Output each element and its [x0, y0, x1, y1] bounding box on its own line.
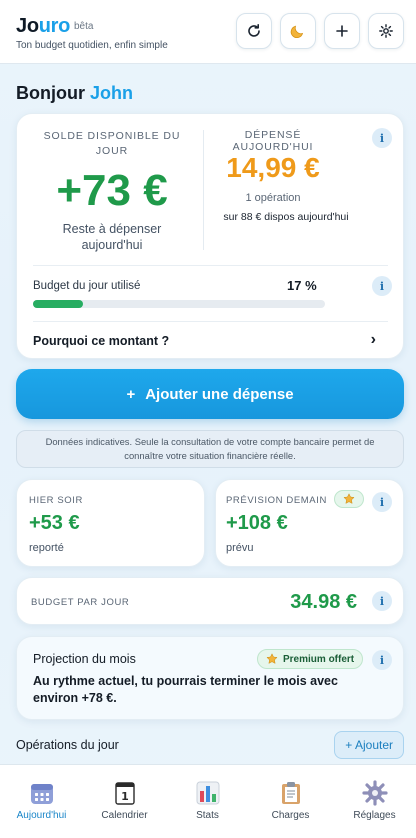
plus-icon: +	[126, 385, 136, 403]
forecast-value: +108 €	[226, 512, 288, 534]
available-amount: +73 €	[56, 166, 168, 215]
tab-stats[interactable]: Stats	[166, 765, 249, 838]
add-expense-button[interactable]: + Ajouter une dépense	[16, 369, 404, 419]
operations-title: Opérations du jour	[16, 738, 119, 752]
add-operation-button[interactable]: + Ajouter	[334, 731, 404, 759]
yesterday-label: HIER SOIR	[29, 495, 83, 506]
budget-progress-bar	[33, 300, 325, 308]
calendar-grid-icon	[30, 784, 53, 804]
premium-badge[interactable]	[334, 490, 364, 508]
yesterday-card: HIER SOIR +53 € reporté	[16, 479, 205, 567]
moon-icon	[290, 25, 304, 39]
app-header: Jouro bêta Ton budget quotidien, enfin s…	[0, 0, 416, 64]
disclaimer-notice: Données indicatives. Seule la consultati…	[16, 430, 404, 468]
tab-label: Calendrier	[101, 810, 148, 821]
premium-offer-badge[interactable]: Premium offert	[257, 649, 364, 669]
user-name: John	[90, 83, 134, 103]
tab-label: Charges	[271, 810, 310, 821]
spent-subtitle: sur 88 € dispos aujourd'hui	[223, 211, 349, 223]
forecast-sub: prévu	[226, 542, 254, 554]
add-expense-label: Ajouter une dépense	[145, 385, 294, 403]
app-tagline: Ton budget quotidien, enfin simple	[16, 40, 168, 51]
budget-per-day-label: BUDGET PAR JOUR	[31, 597, 130, 608]
calendar-day-number: 1	[121, 790, 129, 803]
theme-toggle-button[interactable]	[280, 13, 316, 49]
forecast-card: PRÉVISION DEMAIN i +108 € prévu	[215, 479, 404, 567]
forecast-label: PRÉVISION DEMAIN	[226, 495, 327, 506]
budget-per-day-info-icon[interactable]: i	[372, 591, 392, 611]
forecast-info-icon[interactable]: i	[372, 492, 392, 512]
spent-count: 1 opération	[245, 192, 301, 204]
budget-per-day-value: 34.98 €	[290, 591, 357, 613]
tab-label: Stats	[196, 810, 219, 821]
tab-settings[interactable]: Réglages	[333, 765, 416, 838]
tab-charges[interactable]: Charges	[249, 765, 332, 838]
available-subtitle: Reste à dépenser aujourd'hui	[62, 222, 162, 252]
projection-title: Projection du mois	[33, 652, 136, 666]
daily-summary-card: SOLDE DISPONIBLE DU JOUR +73 € Reste à d…	[16, 113, 404, 359]
tab-today[interactable]: Aujourd'hui	[0, 765, 83, 838]
premium-offer-label: Premium offert	[283, 653, 355, 665]
refresh-icon	[248, 24, 260, 37]
gear-icon	[379, 24, 393, 38]
calendar-day-icon: 1	[114, 782, 135, 805]
plus-icon	[336, 25, 348, 37]
refresh-button[interactable]	[236, 13, 272, 49]
projection-info-icon[interactable]: i	[372, 650, 392, 670]
tab-label: Réglages	[353, 810, 396, 821]
spent-info-icon[interactable]: i	[372, 128, 392, 148]
spent-amount: 14,99 €	[226, 152, 320, 183]
star-icon	[266, 653, 278, 664]
app-logo: Jouro	[16, 15, 70, 38]
divider	[33, 265, 388, 266]
bar-chart-icon	[196, 781, 219, 805]
yesterday-value: +53 €	[29, 512, 80, 534]
progress-percent: 17 %	[287, 278, 317, 293]
greeting: Bonjour John	[16, 83, 133, 104]
gear-icon	[361, 780, 388, 806]
spent-label: DÉPENSÉ AUJOURD'HUI	[232, 129, 314, 153]
why-amount-row[interactable]: Pourquoi ce montant ? ›	[33, 321, 388, 359]
tab-label: Aujourd'hui	[16, 810, 67, 821]
projection-card: Projection du mois Premium offert i Au r…	[16, 636, 404, 720]
bottom-tab-bar: Aujourd'hui 1 Calendrier Stats Charges R…	[0, 764, 416, 838]
summary-divider	[203, 130, 204, 250]
add-button[interactable]	[324, 13, 360, 49]
greeting-prefix: Bonjour	[16, 83, 85, 103]
logo-main: Jo	[16, 15, 39, 37]
beta-tag: bêta	[74, 21, 94, 32]
progress-info-icon[interactable]: i	[372, 276, 392, 296]
budget-per-day-card: BUDGET PAR JOUR 34.98 € i	[16, 577, 404, 625]
projection-text: Au rythme actuel, tu pourrais terminer l…	[33, 674, 338, 705]
star-icon	[343, 493, 355, 504]
clipboard-icon	[281, 782, 300, 804]
budget-progress-fill	[33, 300, 83, 308]
why-amount-label: Pourquoi ce montant ?	[33, 334, 170, 348]
progress-label: Budget du jour utilisé	[33, 280, 141, 292]
settings-button[interactable]	[368, 13, 404, 49]
available-label: SOLDE DISPONIBLE DU JOUR	[43, 130, 181, 157]
yesterday-sub: reporté	[29, 542, 64, 554]
chevron-right-icon: ›	[370, 331, 376, 348]
tab-calendar[interactable]: 1 Calendrier	[83, 765, 166, 838]
logo-accent: uro	[38, 15, 71, 37]
